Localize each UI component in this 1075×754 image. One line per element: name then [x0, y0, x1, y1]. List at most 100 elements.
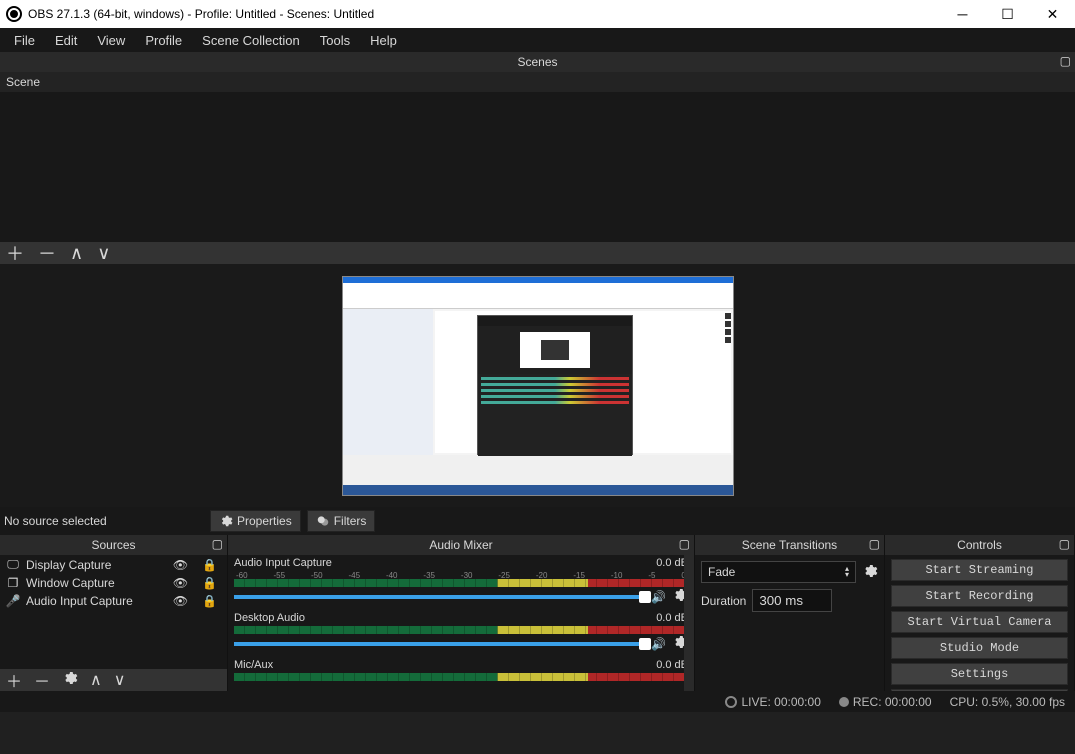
controls-body: Start Streaming Start Recording Start Vi… [885, 555, 1074, 691]
properties-button[interactable]: Properties [210, 510, 301, 532]
sources-dock-header: Sources ▢ [0, 535, 227, 555]
channel-name: Desktop Audio [234, 612, 305, 624]
source-settings-icon[interactable] [62, 670, 78, 691]
maximize-button[interactable]: ☐ [985, 0, 1030, 28]
lock-icon[interactable]: 🔒 [198, 576, 221, 590]
speaker-icon[interactable]: 🔊 [651, 590, 666, 604]
mixer-channel: Mic/Aux 0.0 dB [234, 659, 688, 681]
status-bar: LIVE: 00:00:00 REC: 00:00:00 CPU: 0.5%, … [0, 691, 1075, 712]
mixer-body: Audio Input Capture 0.0 dB -60-55-50-45-… [228, 555, 694, 691]
channel-name: Mic/Aux [234, 659, 273, 671]
transition-select[interactable]: Fade ▴▾ [701, 561, 856, 583]
channel-settings-icon[interactable] [672, 587, 688, 606]
visibility-icon[interactable]: 👁 [169, 558, 192, 572]
controls-title: Controls [957, 538, 1002, 552]
channel-settings-icon[interactable] [672, 634, 688, 653]
obs-logo-icon [6, 6, 22, 22]
speaker-icon[interactable]: 🔊 [651, 637, 666, 651]
remove-source-icon[interactable]: － [34, 668, 50, 691]
minimize-button[interactable]: ─ [940, 0, 985, 28]
duration-label: Duration [701, 594, 746, 608]
menu-scene-collection[interactable]: Scene Collection [192, 29, 310, 52]
studio-mode-button[interactable]: Studio Mode [891, 637, 1068, 659]
scene-item[interactable]: Scene [0, 72, 1075, 92]
start-virtual-camera-button[interactable]: Start Virtual Camera [891, 611, 1068, 633]
scene-down-icon[interactable]: ∨ [97, 243, 110, 264]
transitions-popout-icon[interactable]: ▢ [869, 537, 880, 551]
visibility-icon[interactable]: 👁 [169, 576, 192, 590]
rec-status: REC: 00:00:00 [839, 695, 932, 709]
exit-button[interactable]: Exit [891, 689, 1068, 691]
live-indicator-icon [725, 696, 737, 708]
sources-title: Sources [91, 538, 135, 552]
audio-meter [234, 626, 688, 634]
menu-edit[interactable]: Edit [45, 29, 87, 52]
remove-scene-icon[interactable]: － [38, 240, 56, 266]
sources-toolbar: ＋ － ∧ ∨ [0, 669, 227, 691]
channel-level: 0.0 dB [656, 557, 688, 569]
live-status: LIVE: 00:00:00 [725, 695, 820, 709]
menu-profile[interactable]: Profile [135, 29, 192, 52]
channel-level: 0.0 dB [656, 612, 688, 624]
no-source-label: No source selected [4, 514, 204, 528]
visibility-icon[interactable]: 👁 [169, 594, 192, 608]
transition-settings-icon[interactable] [862, 563, 878, 582]
window-title: OBS 27.1.3 (64-bit, windows) - Profile: … [28, 7, 374, 21]
add-scene-icon[interactable]: ＋ [6, 240, 24, 266]
start-streaming-button[interactable]: Start Streaming [891, 559, 1068, 581]
scene-list[interactable]: Scene [0, 72, 1075, 242]
channel-name: Audio Input Capture [234, 557, 332, 569]
scenes-popout-icon[interactable]: ▢ [1060, 54, 1071, 68]
preview-capture [342, 276, 734, 496]
source-toolbar: No source selected Properties Filters [0, 507, 1075, 535]
menu-help[interactable]: Help [360, 29, 407, 52]
scenes-toolbar: ＋ － ∧ ∨ [0, 242, 1075, 264]
source-up-icon[interactable]: ∧ [90, 670, 102, 690]
source-row-audio-input[interactable]: 🎤 Audio Input Capture 👁 🔒 [0, 592, 227, 610]
transitions-body: Fade ▴▾ Duration [695, 555, 884, 691]
controls-dock-header: Controls ▢ [885, 535, 1074, 555]
filters-label: Filters [334, 514, 367, 528]
sources-list[interactable]: 🖵 Display Capture 👁 🔒 ❐ Window Capture 👁… [0, 555, 227, 691]
menu-file[interactable]: File [4, 29, 45, 52]
mixer-channel: Desktop Audio 0.0 dB 🔊 [234, 612, 688, 653]
transitions-title: Scene Transitions [742, 538, 837, 552]
source-row-window[interactable]: ❐ Window Capture 👁 🔒 [0, 574, 227, 592]
start-recording-button[interactable]: Start Recording [891, 585, 1068, 607]
sources-popout-icon[interactable]: ▢ [212, 537, 223, 551]
transitions-dock-header: Scene Transitions ▢ [695, 535, 884, 555]
mixer-dock: Audio Mixer ▢ Audio Input Capture 0.0 dB… [228, 535, 695, 691]
volume-slider[interactable] [234, 642, 645, 646]
title-bar: OBS 27.1.3 (64-bit, windows) - Profile: … [0, 0, 1075, 28]
scenes-title: Scenes [517, 55, 557, 69]
audio-meter [234, 673, 688, 681]
filters-icon [316, 514, 330, 528]
controls-dock: Controls ▢ Start Streaming Start Recordi… [885, 535, 1075, 691]
window-icon: ❐ [6, 576, 20, 590]
gear-icon [219, 514, 233, 528]
close-button[interactable]: ✕ [1030, 0, 1075, 28]
preview-area[interactable] [0, 264, 1075, 507]
mixer-channel: Audio Input Capture 0.0 dB -60-55-50-45-… [234, 557, 688, 606]
menu-view[interactable]: View [87, 29, 135, 52]
scenes-dock-header: Scenes ▢ [0, 52, 1075, 72]
lock-icon[interactable]: 🔒 [198, 594, 221, 608]
controls-popout-icon[interactable]: ▢ [1059, 537, 1070, 551]
sources-dock: Sources ▢ 🖵 Display Capture 👁 🔒 ❐ Window… [0, 535, 228, 691]
mixer-popout-icon[interactable]: ▢ [679, 537, 690, 551]
mixer-title: Audio Mixer [429, 538, 492, 552]
duration-input[interactable] [752, 589, 832, 612]
menu-bar: File Edit View Profile Scene Collection … [0, 28, 1075, 52]
source-down-icon[interactable]: ∨ [114, 670, 126, 690]
settings-button[interactable]: Settings [891, 663, 1068, 685]
volume-slider[interactable] [234, 595, 645, 599]
mixer-dock-header: Audio Mixer ▢ [228, 535, 694, 555]
menu-tools[interactable]: Tools [310, 29, 360, 52]
add-source-icon[interactable]: ＋ [6, 668, 22, 691]
filters-button[interactable]: Filters [307, 510, 376, 532]
scene-up-icon[interactable]: ∧ [70, 243, 83, 264]
source-row-display[interactable]: 🖵 Display Capture 👁 🔒 [0, 555, 227, 574]
audio-meter [234, 579, 688, 587]
lock-icon[interactable]: 🔒 [198, 558, 221, 572]
transitions-dock: Scene Transitions ▢ Fade ▴▾ Duration [695, 535, 885, 691]
